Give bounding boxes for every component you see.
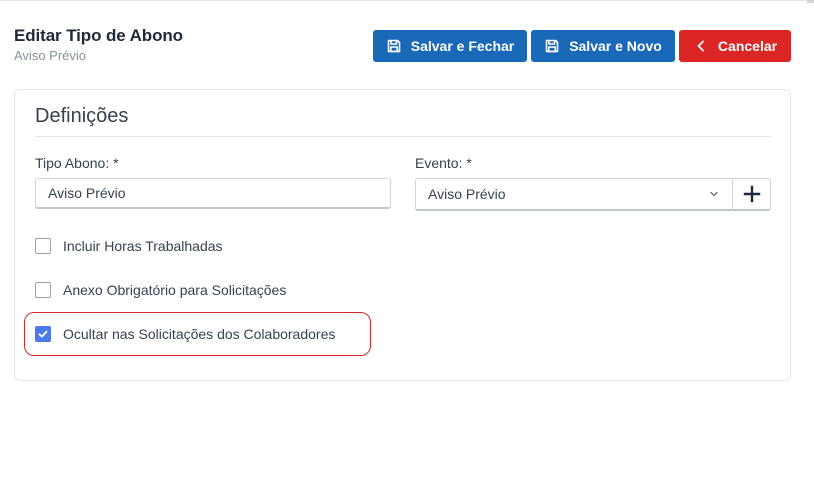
save-and-close-label: Salvar e Fechar bbox=[410, 38, 515, 54]
add-evento-button[interactable] bbox=[732, 178, 771, 211]
page-subtitle: Aviso Prévio bbox=[14, 48, 87, 63]
anexo-obrigatorio-label: Anexo Obrigatório para Solicitações bbox=[63, 282, 287, 298]
top-divider-accent bbox=[807, 0, 814, 3]
chevron-left-icon bbox=[693, 38, 709, 54]
tipo-abono-label: Tipo Abono: * bbox=[35, 155, 119, 171]
save-and-new-button[interactable]: Salvar e Novo bbox=[531, 30, 675, 62]
save-and-new-label: Salvar e Novo bbox=[569, 38, 662, 54]
anexo-obrigatorio-checkbox[interactable] bbox=[35, 282, 51, 298]
evento-select[interactable]: Aviso Prévio bbox=[415, 178, 732, 211]
highlight-annotation bbox=[24, 312, 371, 356]
evento-selected-value: Aviso Prévio bbox=[428, 186, 506, 202]
top-divider bbox=[0, 0, 814, 1]
tipo-abono-input[interactable]: Aviso Prévio bbox=[35, 178, 391, 209]
cancel-label: Cancelar bbox=[717, 38, 778, 54]
floppy-disk-icon bbox=[386, 38, 402, 54]
tipo-abono-value: Aviso Prévio bbox=[48, 185, 126, 201]
save-and-close-button[interactable]: Salvar e Fechar bbox=[373, 30, 527, 62]
floppy-disk-icon bbox=[544, 38, 560, 54]
page-title: Editar Tipo de Abono bbox=[14, 26, 183, 45]
definitions-card: Definições Tipo Abono: * Aviso Prévio Ev… bbox=[14, 89, 791, 381]
plus-icon bbox=[743, 185, 761, 203]
section-title: Definições bbox=[35, 105, 129, 127]
checkbox-row-incluir-horas[interactable]: Incluir Horas Trabalhadas bbox=[35, 238, 223, 254]
checkbox-row-anexo-obrigatorio[interactable]: Anexo Obrigatório para Solicitações bbox=[35, 282, 286, 298]
incluir-horas-label: Incluir Horas Trabalhadas bbox=[63, 238, 223, 254]
section-divider bbox=[35, 136, 771, 137]
chevron-down-icon bbox=[708, 188, 720, 200]
evento-label: Evento: * bbox=[415, 155, 472, 171]
cancel-button[interactable]: Cancelar bbox=[679, 30, 791, 62]
incluir-horas-checkbox[interactable] bbox=[35, 238, 51, 254]
